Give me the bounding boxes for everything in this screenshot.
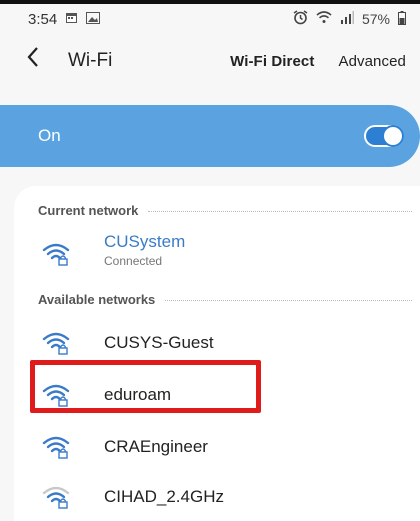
title-bar: Wi-Fi Wi-Fi Direct Advanced: [0, 38, 420, 84]
network-name: CUSYS-Guest: [104, 333, 214, 352]
battery-percent: 57%: [361, 11, 390, 27]
toggle-knob: [382, 125, 404, 147]
page-title: Wi-Fi: [68, 50, 113, 71]
network-status: Connected: [104, 254, 163, 268]
wifi-toggle-label: On: [38, 126, 61, 145]
wifi-status-icon: [316, 11, 332, 27]
network-row[interactable]: CIHAD_2.4GHz: [0, 472, 420, 521]
network-name: CIHAD_2.4GHz: [104, 487, 224, 506]
current-network-header-label: Current network: [38, 202, 139, 218]
wifi-toggle-switch[interactable]: [364, 125, 404, 147]
wifi-direct-button[interactable]: Wi-Fi Direct: [230, 53, 314, 70]
wifi-lock-weak-icon: [42, 486, 70, 509]
image-icon: [86, 11, 101, 27]
wifi-lock-icon: [42, 436, 70, 459]
status-bar: 3:54 57%: [0, 4, 420, 34]
divider: [165, 299, 412, 301]
alarm-icon: [293, 10, 308, 28]
network-name: CUSystem: [104, 232, 186, 251]
back-arrow-icon[interactable]: [26, 46, 52, 72]
highlight-box: [30, 360, 261, 413]
battery-icon: [398, 10, 406, 28]
signal-icon: [340, 11, 354, 27]
network-name: CRAEngineer: [104, 437, 208, 456]
available-networks-header: Available networks: [38, 290, 412, 308]
wifi-settings-screen: 3:54 57% Wi-Fi Wi-Fi Direct Advanced On …: [0, 0, 420, 521]
network-row-current[interactable]: CUSystem Connected: [0, 228, 420, 278]
wifi-lock-icon: [42, 243, 70, 266]
wifi-toggle-row[interactable]: On: [0, 105, 420, 167]
network-row[interactable]: CRAEngineer: [0, 422, 420, 472]
current-network-header: Current network: [38, 201, 412, 219]
available-networks-header-label: Available networks: [38, 291, 156, 307]
divider: [148, 210, 412, 212]
calendar-icon: [65, 11, 78, 27]
advanced-button[interactable]: Advanced: [338, 53, 406, 70]
wifi-lock-icon: [42, 332, 70, 355]
status-time: 3:54: [28, 10, 58, 28]
